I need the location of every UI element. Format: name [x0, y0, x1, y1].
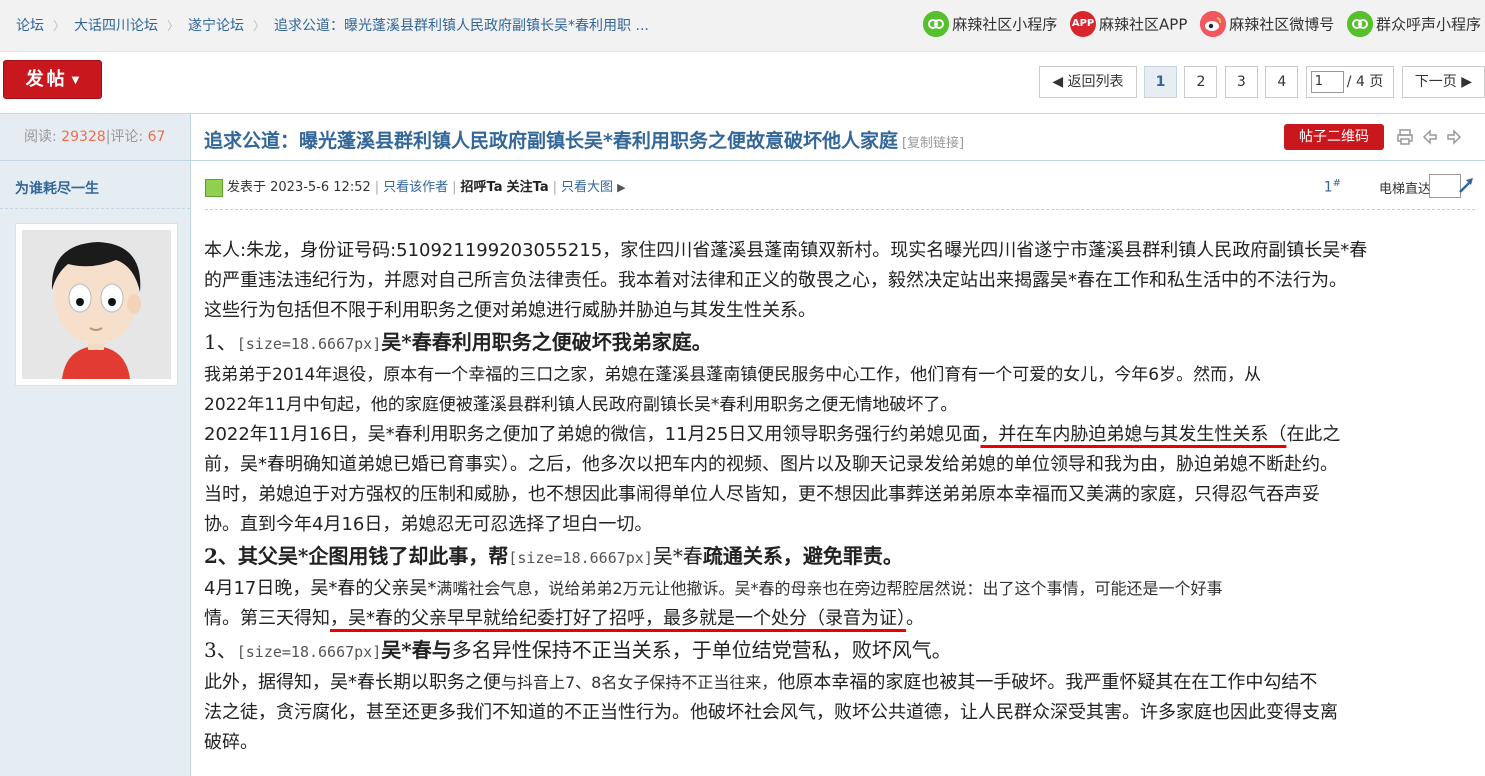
section-heading: 1、[size=18.6667px]吴*春春利用职务之便破坏我弟家庭。: [204, 330, 712, 354]
paragraph: 4月17日晚，吴*春的父亲吴*满嘴社会气息，说给弟弟2万元让他撤诉。吴*春的母亲…: [204, 578, 1223, 599]
author-divider: [0, 208, 190, 209]
paragraph: 此外，据得知，吴*春长期以职务之便与抖音上7、8名女子保持不正当往来，他原本幸福…: [204, 672, 1318, 693]
replies-count: 67: [147, 129, 166, 145]
online-status-icon: [205, 178, 223, 197]
paragraph: 协。直到今年4月16日，弟媳忍无可忍选择了坦白一切。: [204, 514, 653, 535]
post-time: 发表于 2023-5-6 12:52: [227, 180, 371, 195]
top-bar: 论坛〉大话四川论坛〉遂宁论坛〉追求公道：曝光蓬溪县群利镇人民政府副镇长吴*春利用…: [0, 0, 1485, 52]
follow-link[interactable]: 关注Ta: [507, 180, 549, 195]
weibo-link[interactable]: 麻辣社区微博号: [1200, 11, 1334, 37]
paragraph: 本人:朱龙，身份证号码:510921199203055215，家住四川省蓬溪县蓬…: [204, 240, 1368, 261]
avatar-image: [22, 230, 171, 379]
previous-thread-icon[interactable]: [1421, 128, 1439, 146]
voice-mini-program-link[interactable]: 群众呼声小程序: [1346, 11, 1481, 37]
breadcrumb-forum[interactable]: 论坛: [16, 18, 44, 34]
elevator-label: 电梯直达: [1378, 182, 1431, 197]
thread-title-bar: 追求公道：曝光蓬溪县群利镇人民政府副镇长吴*春利用职务之便故意破坏他人家庭 [复制…: [190, 113, 1485, 161]
author-column: 为谁耗尽一生: [0, 161, 191, 776]
page-1-button[interactable]: 1: [1143, 66, 1177, 98]
next-page-button[interactable]: 下一页 ▶: [1401, 66, 1485, 98]
page-4-button[interactable]: 4: [1265, 66, 1299, 98]
breadcrumb-separator: 〉: [253, 19, 266, 33]
weibo-label: 麻辣社区微博号: [1229, 15, 1335, 34]
wechat-miniprogram-icon: [1346, 11, 1373, 37]
breadcrumb: 论坛〉大话四川论坛〉遂宁论坛〉追求公道：曝光蓬溪县群利镇人民政府副镇长吴*春利用…: [16, 15, 649, 35]
section-heading: 3、[size=18.6667px]吴*春与多名异性保持不正当关系，于单位结党营…: [204, 638, 952, 662]
paragraph: 2022年11月中旬起，他的家庭便被蓬溪县群利镇人民政府副镇长吴*春利用职务之便…: [204, 395, 958, 415]
total-pages-label: / 4 页: [1346, 74, 1384, 90]
qr-code-button[interactable]: 帖子二维码: [1284, 124, 1384, 150]
greet-link[interactable]: 招呼Ta: [461, 180, 503, 195]
breadcrumb-sichuan[interactable]: 大话四川论坛: [74, 18, 158, 34]
meta-divider: [205, 209, 1475, 210]
page-jump: 1/ 4 页: [1305, 66, 1395, 98]
paragraph: 情。第三天得知，吴*春的父亲早早就给纪委打好了招呼，最多就是一个处分（录音为证）…: [204, 608, 924, 629]
paragraph: 我弟弟于2014年退役，原本有一个幸福的三口之家，弟媳在蓬溪县蓬南镇便民服务中心…: [204, 365, 1262, 385]
app-download-link[interactable]: APP 麻辣社区APP: [1070, 11, 1187, 37]
print-icon[interactable]: [1396, 128, 1414, 146]
only-author-link[interactable]: 只看该作者: [383, 180, 448, 195]
highlighted-text: ，吴*春的父亲早早就给纪委打好了招呼，最多就是一个处分（录音为证）: [330, 608, 906, 629]
views-label: 阅读:: [24, 129, 57, 145]
thread-stats: 阅读: 29328|评论: 67: [0, 113, 190, 161]
views-count: 29328: [61, 129, 106, 145]
avatar[interactable]: [15, 223, 178, 386]
page-3-button[interactable]: 3: [1224, 66, 1258, 98]
wechat-miniprogram-icon: [923, 11, 950, 37]
paragraph: 这些行为包括但不限于利用职务之便对弟媳进行威胁并胁迫与其发生性关系。: [204, 300, 816, 321]
floor-number[interactable]: 1#: [1324, 178, 1341, 196]
replies-label: 评论:: [110, 129, 144, 145]
paragraph: 当时，弟媳迫于对方强权的压制和威胁，也不想因此事闹得单位人尽皆知，更不想因此事葬…: [204, 484, 1320, 505]
paragraph: 2022年11月16日，吴*春利用职务之便加了弟媳的微信，11月25日又用领导职…: [204, 424, 1341, 445]
pagination: ◀ 返回列表 1 2 3 4 1/ 4 页 下一页 ▶: [1036, 66, 1485, 98]
mini-program-link[interactable]: 麻辣社区小程序: [923, 11, 1057, 37]
breadcrumb-suining[interactable]: 遂宁论坛: [188, 18, 244, 34]
author-name-link[interactable]: 为谁耗尽一生: [15, 178, 99, 198]
section-heading: 2、其父吴*企图用钱了却此事，帮[size=18.6667px]吴*春疏通关系，…: [204, 544, 903, 568]
weibo-icon: [1200, 11, 1227, 37]
breadcrumb-separator: 〉: [167, 19, 180, 33]
page-2-button[interactable]: 2: [1184, 66, 1218, 98]
voice-mini-program-label: 群众呼声小程序: [1375, 15, 1481, 34]
copy-link-button[interactable]: [复制链接]: [902, 136, 964, 151]
app-label: 麻辣社区APP: [1099, 15, 1188, 34]
paragraph: 破碎。: [204, 732, 258, 753]
back-to-list-button[interactable]: ◀ 返回列表: [1039, 66, 1137, 98]
chevron-down-icon: ▼: [71, 75, 80, 86]
app-icon: APP: [1070, 11, 1097, 37]
new-post-button[interactable]: 发帖 ▼: [3, 60, 102, 99]
thread-title: 追求公道：曝光蓬溪县群利镇人民政府副镇长吴*春利用职务之便故意破坏他人家庭 [复制…: [204, 126, 964, 153]
breadcrumb-separator: 〉: [53, 19, 66, 33]
post-content: 本人:朱龙，身份证号码:510921199203055215，家住四川省蓬溪县蓬…: [204, 236, 1479, 758]
new-post-label: 发帖: [25, 69, 68, 90]
thread-title-text: 追求公道：曝光蓬溪县群利镇人民政府副镇长吴*春利用职务之便故意破坏他人家庭: [204, 130, 898, 152]
highlighted-text: ，并在车内胁迫弟媳与其发生性关系（: [980, 424, 1287, 445]
elevator-go-icon[interactable]: [1457, 176, 1475, 198]
post-meta: 发表于 2023-5-6 12:52 | 只看该作者 | 招呼Ta 关注Ta | 只看大图 …: [205, 174, 1475, 200]
next-thread-icon[interactable]: [1445, 128, 1463, 146]
paragraph: 前，吴*春明确知道弟媳已婚已育事实）。之后，他多次以把车内的视频、图片以及聊天记…: [204, 454, 1338, 475]
mini-program-label: 麻辣社区小程序: [952, 15, 1058, 34]
paragraph: 的严重违法违纪行为，并愿对自己所言负法律责任。我本着对法律和正义的敬畏之心，毅然…: [204, 270, 1347, 291]
app-links: 麻辣社区小程序 APP 麻辣社区APP 麻辣社区微博号 群众呼声小程序: [915, 11, 1481, 37]
breadcrumb-thread[interactable]: 追求公道：曝光蓬溪县群利镇人民政府副镇长吴*春利用职 ...: [274, 18, 649, 34]
paragraph: 法之徒，贪污腐化，甚至还更多我们不知道的不正当性行为。他破坏社会风气，败坏公共道…: [204, 702, 1338, 723]
chevron-right-icon[interactable]: ▶: [617, 181, 625, 194]
page-jump-input[interactable]: 1: [1310, 71, 1344, 93]
big-image-link[interactable]: 只看大图: [561, 180, 613, 195]
